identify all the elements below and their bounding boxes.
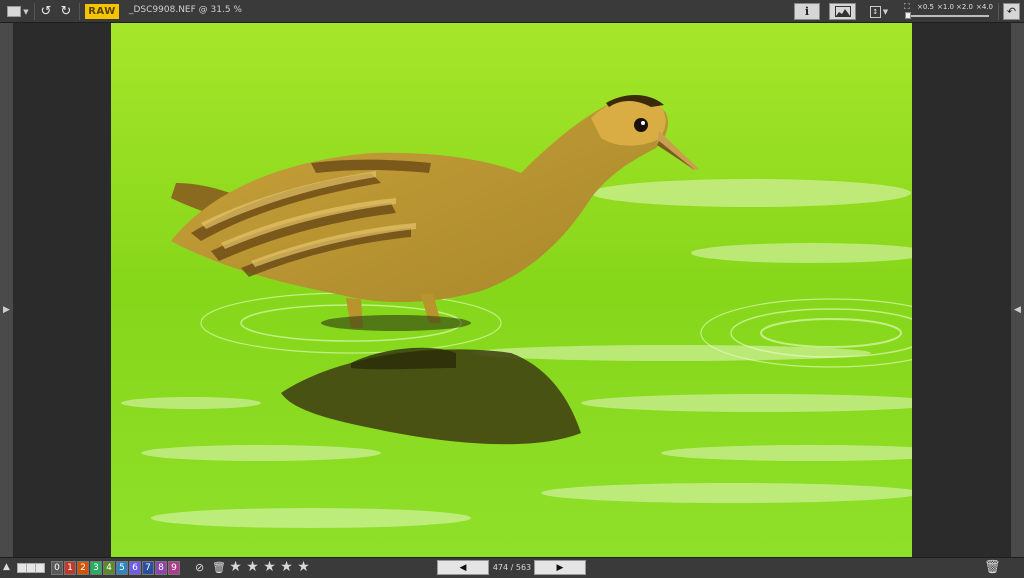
left-panel-toggle[interactable]: ▶ <box>0 23 13 557</box>
image-viewer[interactable] <box>111 23 912 557</box>
star-icon[interactable]: ★ <box>227 559 244 575</box>
star-icon[interactable]: ★ <box>244 559 261 575</box>
toolbar-divider <box>34 3 35 20</box>
top-toolbar: ▼ ↺ ↻ RAW _DSC9908.NEF @ 31.5 % i ↕ ▼ ⛶ … <box>0 0 1024 23</box>
zoom-slider-handle[interactable] <box>905 12 911 19</box>
color-label-6[interactable]: 6 <box>129 561 141 575</box>
filmstrip-cell <box>18 564 27 572</box>
image-counter: 474 / 563 <box>492 563 532 572</box>
filmstrip-cell <box>36 564 44 572</box>
fit-to-screen-icon: ↕ <box>869 5 881 18</box>
next-image-button[interactable]: ▶ <box>534 560 586 575</box>
trash-icon[interactable]: 🗑 <box>984 560 1001 575</box>
undo-button[interactable]: ↶ <box>1003 3 1020 20</box>
zoom-option[interactable]: ×0.5 <box>917 3 934 11</box>
display-mode-button[interactable]: ▼ <box>4 3 32 20</box>
rotate-right-button[interactable]: ↻ <box>57 3 75 20</box>
display-mode-icon <box>7 6 22 17</box>
star-icon[interactable]: ★ <box>295 559 312 575</box>
star-icon[interactable]: ★ <box>278 559 295 575</box>
zoom-option[interactable]: ×2.0 <box>956 3 973 11</box>
color-label-2[interactable]: 2 <box>77 561 89 575</box>
rotate-right-icon: ↻ <box>60 4 72 19</box>
info-icon: i <box>804 5 810 18</box>
star-icon[interactable]: ★ <box>261 559 278 575</box>
undo-icon: ↶ <box>1006 5 1017 18</box>
rotate-left-button[interactable]: ↺ <box>37 3 55 20</box>
color-label-1[interactable]: 1 <box>64 561 76 575</box>
file-title: _DSC9908.NEF @ 31.5 % <box>129 5 242 15</box>
filmstrip-cell <box>27 564 36 572</box>
next-arrow-icon: ▶ <box>556 562 564 573</box>
expand-left-icon: ▶ <box>3 305 10 315</box>
raw-badge: RAW <box>85 4 119 19</box>
zoom-control: ⛶ ×0.5 ×1.0 ×2.0 ×4.0 <box>903 2 995 20</box>
zoom-option[interactable]: ×1.0 <box>937 3 954 11</box>
photo-bird-in-water <box>111 23 912 557</box>
reject-icon[interactable]: ⊘ <box>195 561 204 574</box>
star-rating: ★ ★ ★ ★ ★ <box>227 559 312 575</box>
bottom-toolbar: ▲ 0123456789 ⊘ 🗑 ★ ★ ★ ★ ★ ◀ 474 / 563 ▶ 🗑 <box>0 557 1024 578</box>
zoom-option[interactable]: ×4.0 <box>976 3 993 11</box>
chevron-down-icon: ▼ <box>23 7 29 16</box>
toolbar-divider <box>998 3 999 20</box>
chevron-down-icon: ▼ <box>882 7 889 16</box>
color-label-7[interactable]: 7 <box>142 561 154 575</box>
delete-rating-icon[interactable]: 🗑 <box>212 561 226 574</box>
color-label-8[interactable]: 8 <box>155 561 167 575</box>
filmstrip-view-button[interactable] <box>17 563 45 573</box>
filmstrip-toggle-icon[interactable]: ▲ <box>3 562 10 572</box>
color-label-5[interactable]: 5 <box>116 561 128 575</box>
histogram-button[interactable] <box>829 3 856 20</box>
color-label-3[interactable]: 3 <box>90 561 102 575</box>
histogram-icon <box>834 6 851 17</box>
expand-right-icon: ◀ <box>1014 305 1021 315</box>
fit-to-screen-button[interactable]: ↕ ▼ <box>866 3 892 20</box>
info-button[interactable]: i <box>794 3 820 20</box>
prev-arrow-icon: ◀ <box>459 562 467 573</box>
color-label-0[interactable]: 0 <box>51 561 63 575</box>
rotate-left-icon: ↺ <box>40 4 52 19</box>
color-label-4[interactable]: 4 <box>103 561 115 575</box>
toolbar-divider <box>79 3 80 20</box>
color-label-9[interactable]: 9 <box>168 561 180 575</box>
previous-image-button[interactable]: ◀ <box>437 560 489 575</box>
zoom-fit-icon[interactable]: ⛶ <box>904 2 910 12</box>
zoom-slider-track[interactable] <box>909 15 989 17</box>
right-panel-toggle[interactable]: ◀ <box>1011 23 1024 557</box>
color-label-group: 0123456789 <box>51 561 181 575</box>
